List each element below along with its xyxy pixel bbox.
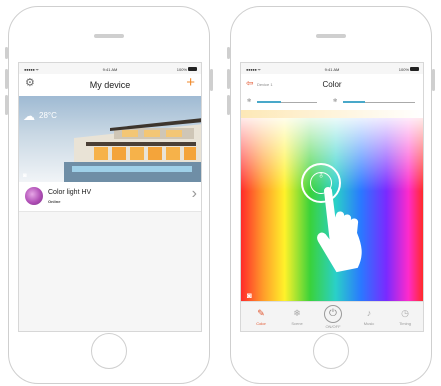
- volume-up-button: [227, 69, 230, 89]
- tab-color[interactable]: ✎ Color: [243, 302, 279, 331]
- tab-label: Color: [256, 321, 266, 326]
- status-time: 9:41 AM: [102, 67, 118, 72]
- plus-icon[interactable]: +: [186, 75, 195, 90]
- banner-footer: ◙: [23, 173, 27, 179]
- speaker-grille: [94, 34, 124, 38]
- home-banner: ☁ 28°C ◙: [19, 96, 201, 182]
- home-button: [91, 333, 127, 369]
- phone-frame-left: ●●●●● ᯤ 9:41 AM 100% ⚙ My device + ☁ 28°…: [5, 6, 213, 384]
- page-title: My device: [89, 80, 131, 90]
- music-icon: ♪: [366, 308, 372, 318]
- battery-percent: 100%: [176, 67, 187, 72]
- speaker-grille: [316, 34, 346, 38]
- bottom-tab-bar: ✎ Color ❄ Scene ⏻ ON/OFF ♪ Music ◷ Timin…: [241, 301, 423, 331]
- page-title: Color: [322, 80, 342, 89]
- tab-label: Scene: [291, 321, 303, 326]
- slider-bar: ✻ ✻: [241, 94, 423, 110]
- tab-on-off[interactable]: ⏻ ON/OFF: [315, 302, 351, 331]
- clock-icon: ◷: [401, 308, 409, 318]
- partly-cloudy-icon: ☁: [23, 109, 35, 123]
- chevron-right-icon[interactable]: ›: [192, 186, 197, 202]
- snowflake-icon: ❄: [293, 308, 301, 318]
- volume-down-button: [5, 95, 8, 115]
- color-control-screen: ●●●●● ᯤ 9:41 AM 100% ⇦ Device 1 Color ✻ …: [240, 62, 424, 332]
- saturation-icon: ✻: [333, 98, 338, 104]
- status-time: 9:41 AM: [324, 67, 340, 72]
- saturation-slider-fill[interactable]: [343, 101, 365, 103]
- device-name: Color light HV: [48, 189, 92, 196]
- tab-label: Music: [363, 321, 375, 326]
- device-status: Online: [48, 199, 61, 204]
- battery-icon: [410, 67, 419, 71]
- battery-icon: [188, 67, 197, 71]
- device-avatar: [25, 187, 43, 205]
- camera-icon[interactable]: ◙: [247, 292, 252, 300]
- tab-timing[interactable]: ◷ Timing: [387, 302, 423, 331]
- tab-label: Timing: [399, 321, 411, 326]
- house-illustration: [64, 118, 201, 182]
- power-icon: ⏻: [324, 305, 342, 323]
- home-button: [313, 333, 349, 369]
- pointing-hand-icon: [317, 187, 362, 273]
- color-spectrum[interactable]: ♁ ◙: [241, 110, 423, 303]
- device-list-screen: ●●●●● ᯤ 9:41 AM 100% ⚙ My device + ☁ 28°…: [18, 62, 202, 332]
- tab-scene[interactable]: ❄ Scene: [279, 302, 315, 331]
- warm-white-band[interactable]: [241, 110, 423, 118]
- tab-music[interactable]: ♪ Music: [351, 302, 387, 331]
- top-nav: ⇦ Device 1 Color: [241, 74, 423, 94]
- temperature: 28°C: [39, 111, 57, 120]
- tab-label: ON/OFF: [325, 324, 341, 329]
- mute-switch: [227, 47, 230, 59]
- mute-switch: [5, 47, 8, 59]
- device-list-item[interactable]: Color light HV Online ›: [19, 182, 201, 212]
- power-side-button: [210, 69, 213, 91]
- volume-up-button: [5, 69, 8, 89]
- top-nav: ⚙ My device +: [19, 74, 201, 96]
- power-side-button: [432, 69, 435, 91]
- camera-icon[interactable]: ◙: [23, 173, 27, 179]
- brightness-icon: ✻: [247, 98, 252, 104]
- brightness-slider-fill[interactable]: [257, 101, 281, 103]
- palette-icon: ✎: [257, 308, 265, 318]
- bulb-icon: ♁: [317, 170, 325, 181]
- battery-percent: 100%: [398, 67, 409, 72]
- volume-down-button: [227, 95, 230, 115]
- phone-frame-right: ●●●●● ᯤ 9:41 AM 100% ⇦ Device 1 Color ✻ …: [227, 6, 435, 384]
